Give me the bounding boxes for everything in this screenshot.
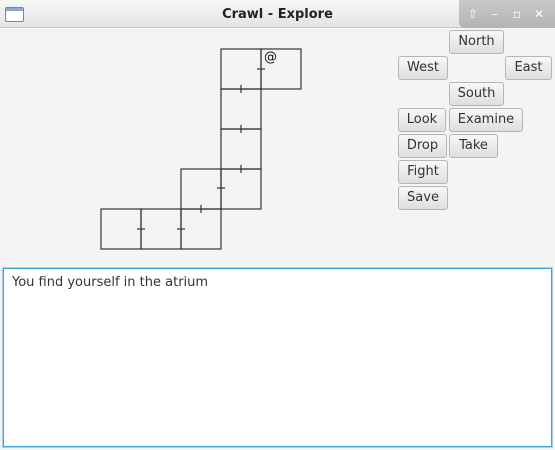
take-button[interactable]: Take xyxy=(449,134,498,158)
north-button[interactable]: North xyxy=(449,30,504,54)
restore-icon[interactable]: ⇧ xyxy=(465,6,481,22)
map-room xyxy=(180,168,222,210)
save-button[interactable]: Save xyxy=(398,186,448,210)
maximize-icon[interactable]: ▫ xyxy=(509,6,525,22)
map-room xyxy=(100,208,142,250)
message-log[interactable]: You find yourself in the atrium xyxy=(2,267,553,448)
map-rooms xyxy=(100,48,302,250)
fight-button[interactable]: Fight xyxy=(398,160,448,184)
close-icon[interactable]: ✕ xyxy=(531,6,547,22)
map-room xyxy=(220,168,262,210)
south-button[interactable]: South xyxy=(449,82,504,106)
log-text: You find yourself in the atrium xyxy=(12,275,209,290)
drop-button[interactable]: Drop xyxy=(398,134,447,158)
map-room xyxy=(180,208,222,250)
examine-button[interactable]: Examine xyxy=(449,108,523,132)
map-room xyxy=(220,128,262,170)
map-room xyxy=(140,208,182,250)
look-button[interactable]: Look xyxy=(398,108,446,132)
minimize-icon[interactable]: – xyxy=(487,6,503,22)
map-room xyxy=(220,88,262,130)
west-button[interactable]: West xyxy=(398,56,448,80)
title-bar: Crawl - Explore ⇧ – ▫ ✕ xyxy=(0,0,555,28)
window-controls: ⇧ – ▫ ✕ xyxy=(459,0,555,28)
east-button[interactable]: East xyxy=(505,56,552,80)
dungeon-map: @ xyxy=(100,48,302,250)
map-room xyxy=(220,48,262,90)
map-doors xyxy=(137,68,265,230)
player-marker: @ xyxy=(264,50,277,65)
